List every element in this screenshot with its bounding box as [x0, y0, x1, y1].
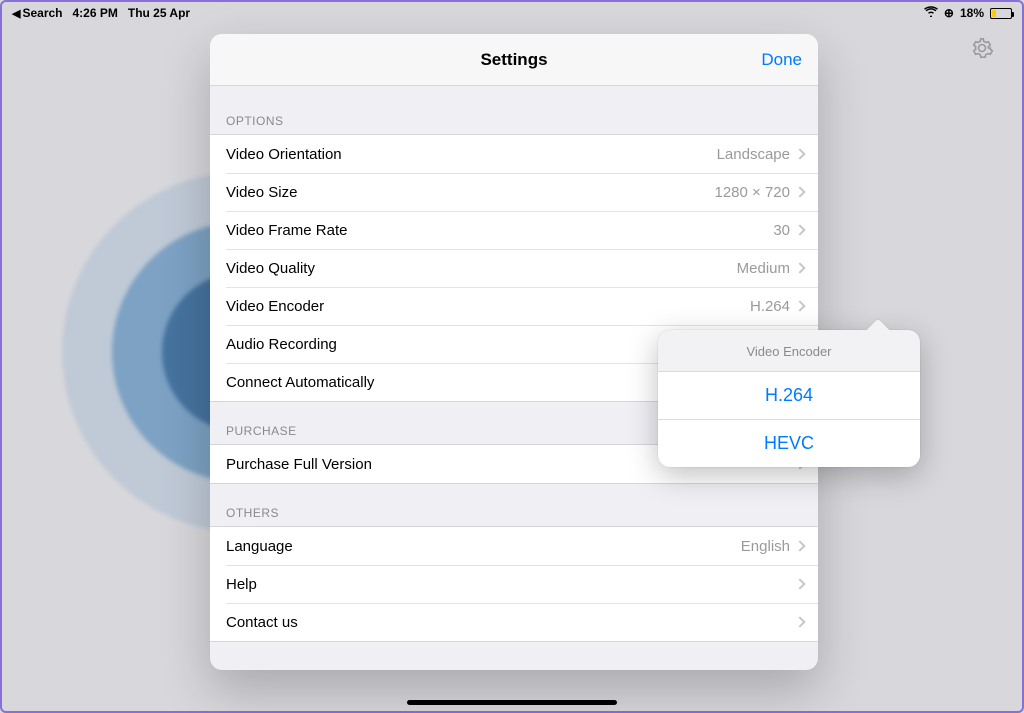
row-label: Audio Recording — [226, 336, 337, 353]
row-value: English — [741, 538, 790, 555]
row-label: Help — [226, 576, 257, 593]
back-to-app[interactable]: ◀Search — [12, 6, 63, 20]
row-value: 1280 × 720 — [715, 184, 791, 201]
popover-option-hevc[interactable]: HEVC — [658, 419, 920, 467]
row-label: Video Quality — [226, 260, 315, 277]
row-label: Connect Automatically — [226, 374, 374, 391]
sheet-header: Settings Done — [210, 34, 818, 86]
section-header-others: OTHERS — [210, 484, 818, 526]
row-language[interactable]: Language English — [210, 527, 818, 565]
status-time: 4:26 PM — [73, 6, 118, 20]
home-indicator[interactable] — [407, 700, 617, 705]
chevron-right-icon — [794, 300, 805, 311]
row-label: Video Orientation — [226, 146, 342, 163]
section-header-options: OPTIONS — [210, 86, 818, 134]
row-label: Video Size — [226, 184, 297, 201]
row-value: Medium — [737, 260, 790, 277]
status-date: Thu 25 Apr — [128, 6, 190, 20]
row-contact-us[interactable]: Contact us — [210, 603, 818, 641]
row-label: Purchase Full Version — [226, 456, 372, 473]
done-button[interactable]: Done — [761, 34, 802, 85]
chevron-right-icon — [794, 148, 805, 159]
orientation-lock-icon: ⊕ — [944, 6, 954, 20]
row-video-size[interactable]: Video Size 1280 × 720 — [210, 173, 818, 211]
battery-icon — [990, 8, 1012, 19]
row-video-frame-rate[interactable]: Video Frame Rate 30 — [210, 211, 818, 249]
row-video-encoder[interactable]: Video Encoder H.264 — [210, 287, 818, 325]
sheet-title: Settings — [480, 50, 547, 70]
row-value: Landscape — [717, 146, 790, 163]
row-value: 30 — [773, 222, 790, 239]
row-label: Video Encoder — [226, 298, 324, 315]
chevron-right-icon — [794, 224, 805, 235]
settings-gear-button[interactable] — [970, 36, 994, 60]
video-encoder-popover: Video Encoder H.264 HEVC — [658, 330, 920, 467]
battery-percent: 18% — [960, 6, 984, 20]
row-label: Contact us — [226, 614, 298, 631]
status-bar: ◀Search 4:26 PM Thu 25 Apr ⊕ 18% — [2, 2, 1022, 24]
chevron-right-icon — [794, 186, 805, 197]
popover-option-h264[interactable]: H.264 — [658, 371, 920, 419]
chevron-right-icon — [794, 262, 805, 273]
popover-title: Video Encoder — [658, 330, 920, 371]
wifi-icon — [924, 6, 938, 20]
row-help[interactable]: Help — [210, 565, 818, 603]
chevron-right-icon — [794, 578, 805, 589]
battery-fill — [992, 10, 996, 17]
others-list: Language English Help Contact us — [210, 526, 818, 642]
row-label: Language — [226, 538, 293, 555]
chevron-right-icon — [794, 616, 805, 627]
row-label: Video Frame Rate — [226, 222, 347, 239]
row-video-quality[interactable]: Video Quality Medium — [210, 249, 818, 287]
row-video-orientation[interactable]: Video Orientation Landscape — [210, 135, 818, 173]
back-caret-icon: ◀ — [12, 8, 20, 20]
row-value: H.264 — [750, 298, 790, 315]
chevron-right-icon — [794, 540, 805, 551]
